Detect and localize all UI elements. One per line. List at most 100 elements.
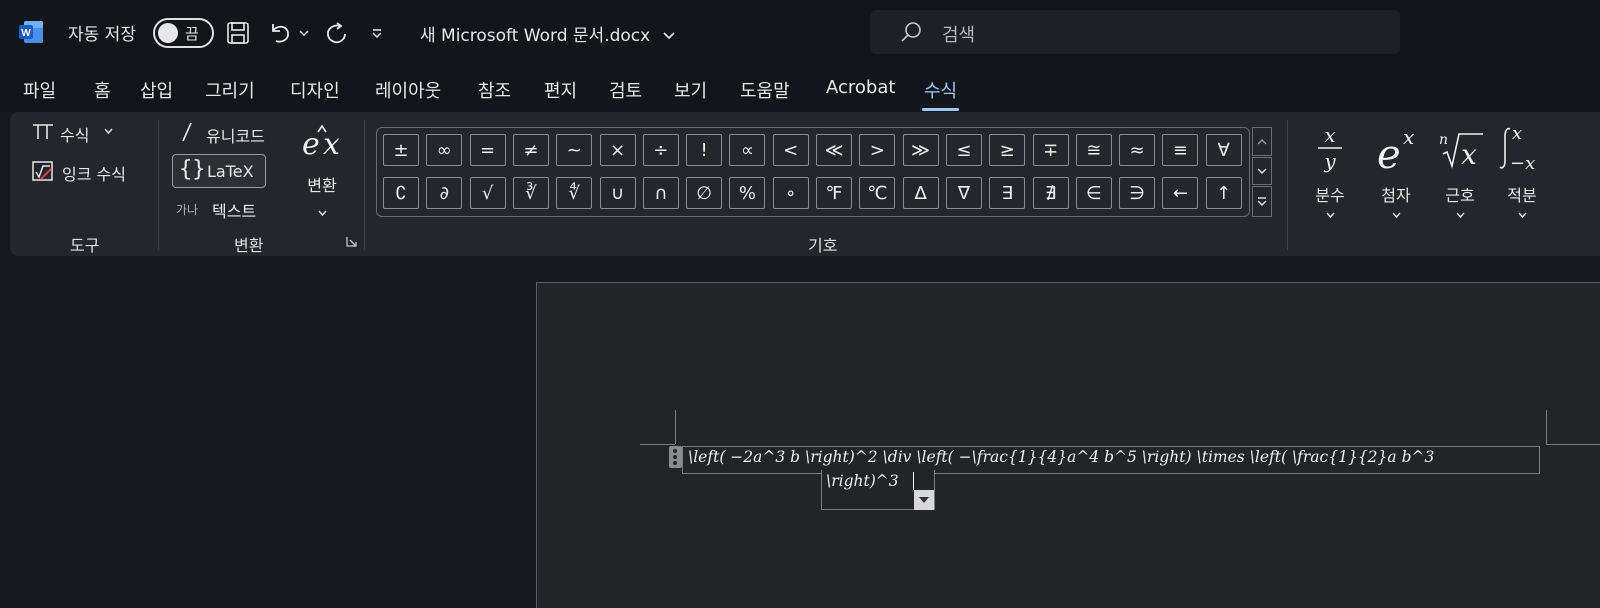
integral-button[interactable]: x −x 적분 bbox=[1486, 120, 1558, 226]
customize-toolbar-button[interactable] bbox=[366, 16, 388, 50]
tab-references[interactable]: 참조 bbox=[478, 77, 511, 103]
gallery-expand[interactable] bbox=[1252, 186, 1272, 217]
tab-file[interactable]: 파일 bbox=[23, 77, 56, 103]
equation-drag-handle[interactable] bbox=[669, 446, 682, 468]
dialog-launcher-icon[interactable] bbox=[346, 236, 357, 247]
symbol-button[interactable]: ÷ bbox=[642, 134, 679, 166]
symbol-button[interactable]: ∞ bbox=[426, 134, 463, 166]
symbol-button[interactable]: ∇ bbox=[945, 177, 982, 209]
tab-review[interactable]: 검토 bbox=[609, 77, 642, 103]
document-title[interactable]: 새 Microsoft Word 문서.docx bbox=[420, 21, 676, 46]
ink-equation-button[interactable]: 잉크 수식 bbox=[32, 160, 126, 186]
script-button[interactable]: e x 첨자 bbox=[1360, 120, 1432, 226]
convert-label: 변환 bbox=[307, 176, 337, 195]
symbol-button[interactable]: ∁ bbox=[383, 177, 419, 209]
redo-button[interactable] bbox=[320, 16, 352, 50]
tab-layout[interactable]: 레이아웃 bbox=[375, 77, 441, 103]
latex-label: LaTeX bbox=[207, 162, 254, 181]
conversions-group-label: 변환 bbox=[234, 236, 264, 255]
tab-insert[interactable]: 삽입 bbox=[140, 77, 173, 103]
symbol-button[interactable]: ! bbox=[686, 134, 723, 166]
symbol-button[interactable]: ∘ bbox=[772, 177, 809, 209]
symbol-button[interactable]: > bbox=[859, 134, 896, 166]
equation-text-line1[interactable]: \left( −2a^3 b \right)^2 \div \left( −\f… bbox=[688, 448, 1434, 466]
symbol-button[interactable]: ↑ bbox=[1205, 177, 1242, 209]
symbol-button[interactable]: ≅ bbox=[1075, 134, 1112, 166]
gallery-scroll-up[interactable] bbox=[1252, 127, 1272, 156]
chevron-up-icon bbox=[1257, 139, 1267, 145]
symbol-button[interactable]: ∅ bbox=[686, 177, 723, 209]
symbol-button[interactable]: ℃ bbox=[859, 177, 896, 209]
symbol-button[interactable]: √ bbox=[469, 177, 506, 209]
symbol-button[interactable]: ∜ bbox=[556, 177, 593, 209]
equation-options-button[interactable] bbox=[914, 490, 934, 510]
chevron-down-icon bbox=[1455, 212, 1465, 219]
symbol-button[interactable]: ∩ bbox=[642, 177, 679, 209]
document-page[interactable] bbox=[536, 282, 1600, 608]
tab-design[interactable]: 디자인 bbox=[290, 77, 340, 103]
search-box[interactable]: 검색 bbox=[870, 10, 1400, 54]
symbol-button[interactable]: ∛ bbox=[512, 177, 549, 209]
tab-home[interactable]: 홈 bbox=[94, 77, 111, 103]
symbol-button[interactable]: ℉ bbox=[816, 177, 852, 209]
undo-dropdown[interactable] bbox=[297, 16, 311, 50]
symbol-button[interactable]: ∓ bbox=[1032, 134, 1069, 166]
symbol-button[interactable]: ≫ bbox=[902, 134, 939, 166]
tab-mailings[interactable]: 편지 bbox=[544, 77, 577, 103]
ink-equation-icon bbox=[32, 161, 53, 181]
undo-button[interactable] bbox=[264, 16, 296, 50]
symbol-button[interactable]: ∂ bbox=[426, 177, 463, 209]
symbol-button[interactable]: ≠ bbox=[512, 134, 549, 166]
symbol-button[interactable]: ≤ bbox=[945, 134, 982, 166]
symbol-button[interactable]: ≡ bbox=[1162, 134, 1199, 166]
word-app-icon[interactable]: W bbox=[18, 20, 44, 44]
symbol-button[interactable]: ∈ bbox=[1075, 177, 1112, 209]
text-label: 텍스트 bbox=[212, 202, 257, 221]
autosave-toggle[interactable]: 끔 bbox=[153, 18, 214, 48]
symbol-button[interactable]: ∝ bbox=[729, 134, 766, 166]
chevron-down-icon bbox=[104, 128, 113, 135]
tab-view[interactable]: 보기 bbox=[674, 77, 707, 103]
symbol-button[interactable]: ≪ bbox=[816, 134, 852, 166]
ink-equation-label: 잉크 수식 bbox=[62, 165, 126, 184]
symbol-button[interactable]: < bbox=[772, 134, 809, 166]
symbol-button[interactable]: × bbox=[599, 134, 636, 166]
margin-guide bbox=[1546, 444, 1600, 445]
text-prefix: 가나 bbox=[176, 203, 199, 217]
slash-icon bbox=[182, 122, 192, 142]
undo-icon bbox=[272, 24, 289, 43]
symbol-button[interactable]: ∄ bbox=[1032, 177, 1069, 209]
expand-gallery-icon bbox=[1257, 197, 1267, 206]
symbol-gallery: ± ∞ = ≠ ~ × ÷! ∝ < ≪ > ≫ ≤ ≥ ∓ ≅ ≈ ≡ ∀ ∁ ∂ √ ∛ ∜ ∪ ∩ ∅% ∘ ℉ ℃ ∆ ∇ ∃ ∄ ∈ ∋ ← ↑ bbox=[376, 127, 1250, 217]
symbol-button[interactable]: ≈ bbox=[1119, 134, 1156, 166]
tab-help[interactable]: 도움말 bbox=[740, 77, 790, 103]
tab-draw[interactable]: 그리기 bbox=[205, 77, 255, 103]
symbol-button[interactable]: ∋ bbox=[1119, 177, 1156, 209]
symbol-button[interactable]: ∪ bbox=[599, 177, 636, 209]
title-bar: W 자동 저장 끔 새 Microsoft Word 문서.docx 검색 bbox=[0, 0, 1600, 66]
symbol-button[interactable]: = bbox=[469, 134, 506, 166]
symbol-button[interactable]: % bbox=[729, 177, 766, 209]
symbol-button[interactable]: ~ bbox=[556, 134, 593, 166]
customize-chevron-icon bbox=[372, 29, 382, 39]
search-icon bbox=[901, 22, 921, 42]
equation-text-line2[interactable]: \right)^3 bbox=[826, 472, 899, 490]
symbol-button[interactable]: ± bbox=[383, 134, 419, 166]
gallery-scroll-down[interactable] bbox=[1252, 157, 1272, 185]
symbol-button[interactable]: ← bbox=[1162, 177, 1199, 209]
unicode-button[interactable]: 유니코드 bbox=[180, 122, 265, 146]
tab-acrobat[interactable]: Acrobat bbox=[826, 77, 895, 98]
equation-button[interactable]: 수식 bbox=[32, 122, 113, 145]
symbol-button[interactable]: ∆ bbox=[902, 177, 939, 209]
symbol-button[interactable]: ∃ bbox=[989, 177, 1026, 209]
latex-button[interactable]: {} LaTeX bbox=[172, 154, 266, 188]
save-button[interactable] bbox=[222, 16, 254, 50]
tab-equation[interactable]: 수식 bbox=[921, 77, 960, 111]
fraction-button[interactable]: x y 분수 bbox=[1294, 120, 1366, 226]
script-icon: e x bbox=[1377, 125, 1414, 174]
convert-button[interactable]: e x 변환 bbox=[296, 122, 348, 222]
symbol-button[interactable]: ≥ bbox=[989, 134, 1026, 166]
symbol-button[interactable]: ∀ bbox=[1205, 134, 1242, 166]
text-button[interactable]: 가나 텍스트 bbox=[176, 198, 286, 221]
equation-label: 수식 bbox=[60, 126, 90, 145]
